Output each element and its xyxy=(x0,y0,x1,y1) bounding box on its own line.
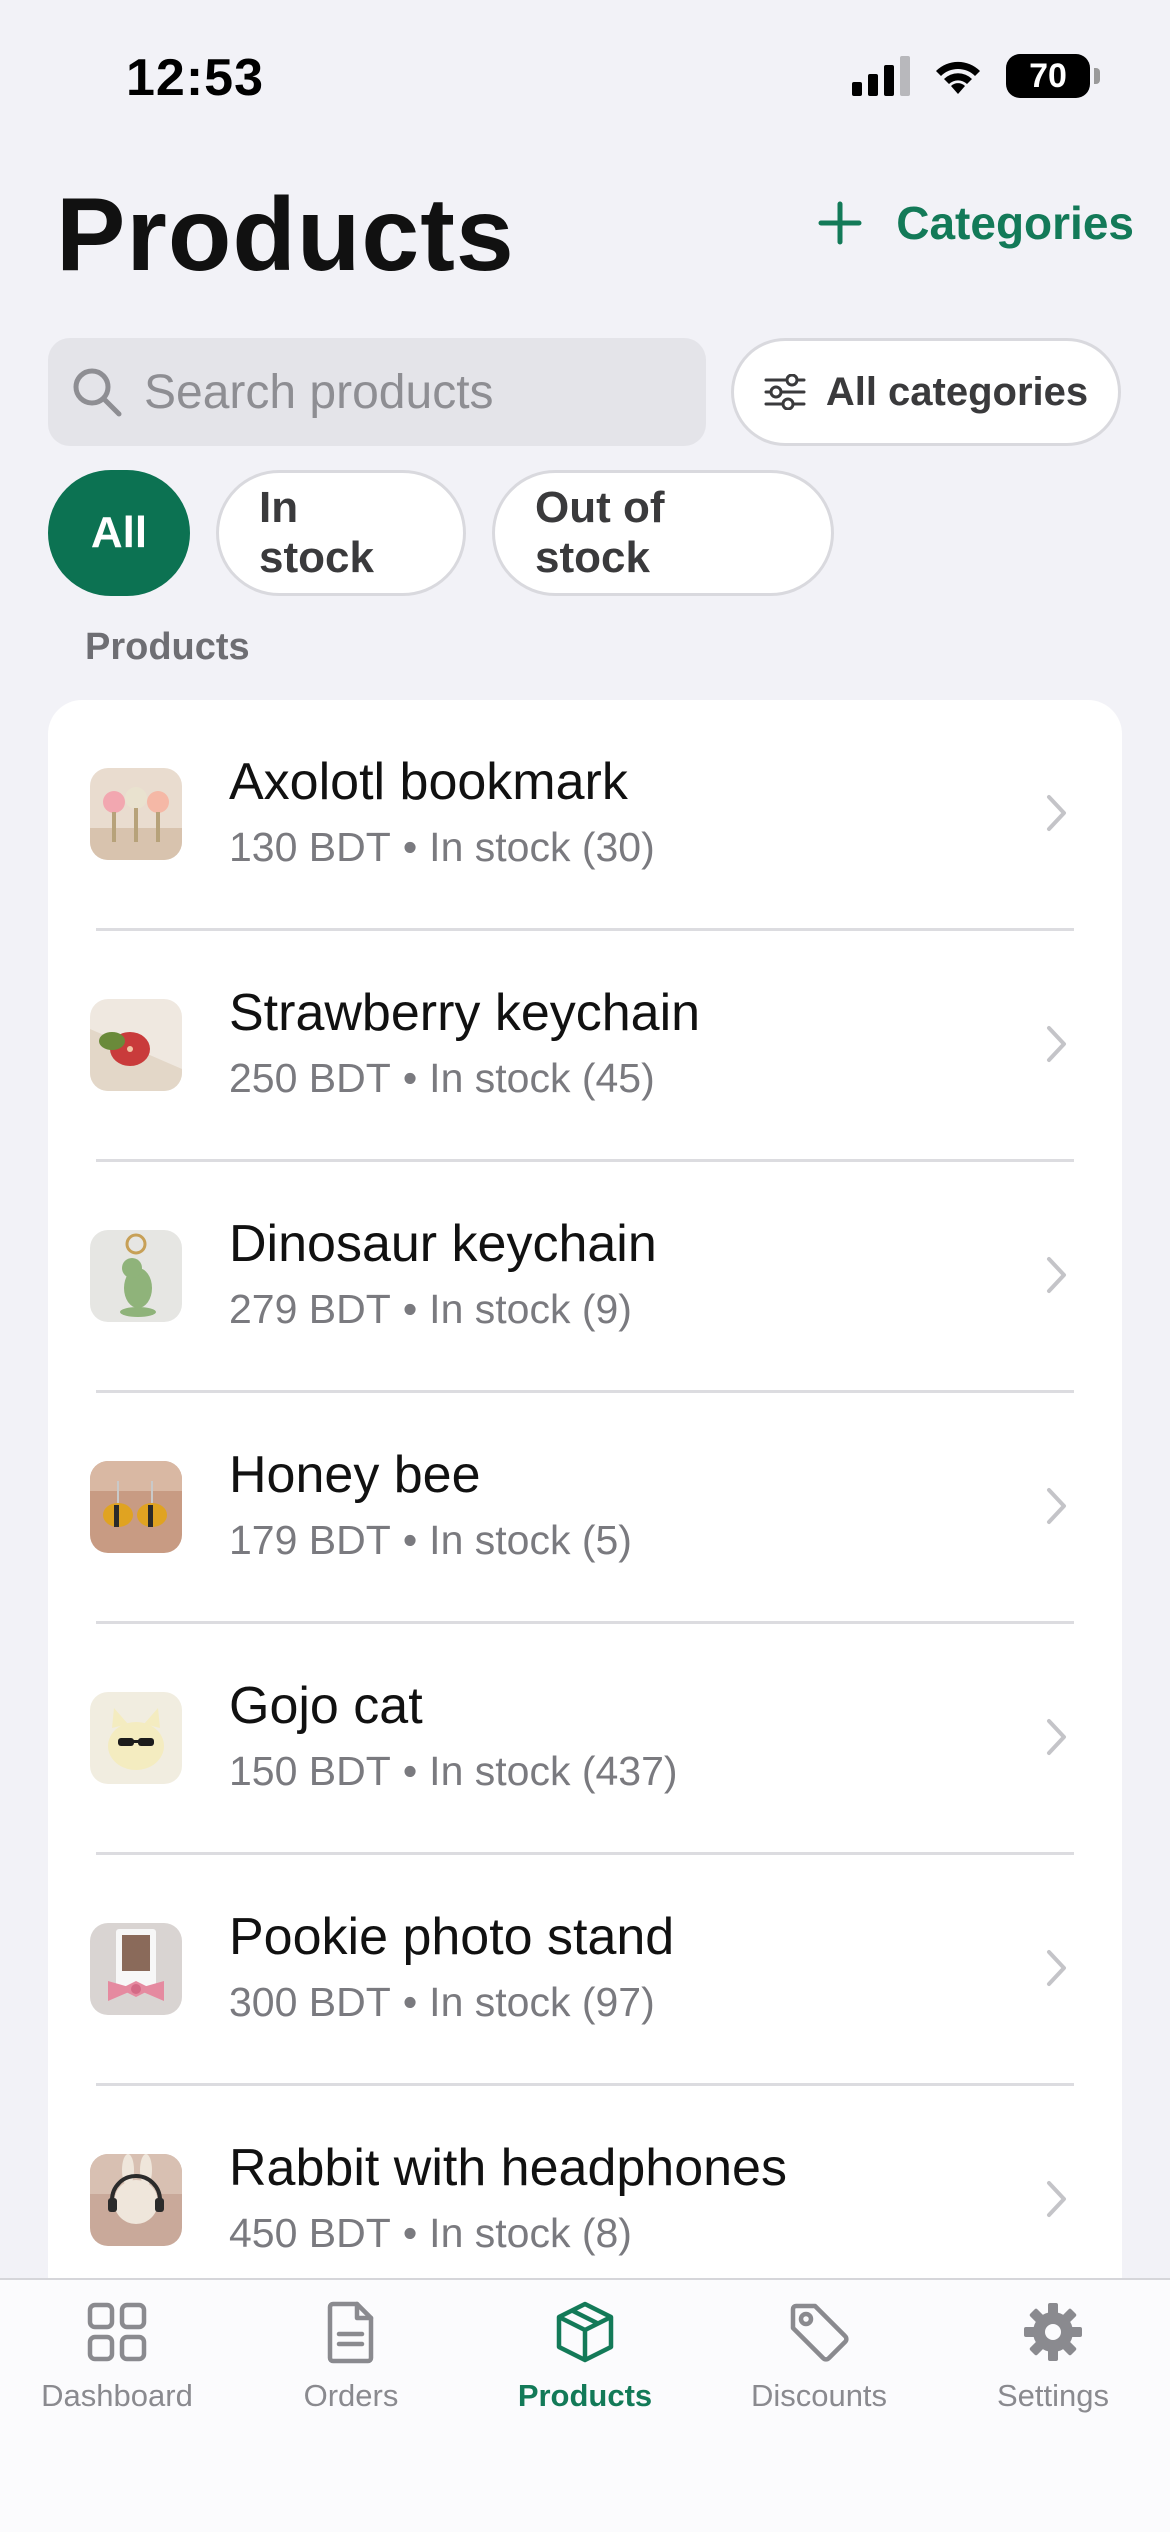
product-meta: 279 BDT • In stock (9) xyxy=(229,1286,632,1332)
product-price: 250 BDT xyxy=(229,1055,391,1101)
app-screen: 12:53 70 Products Categories Search prod… xyxy=(0,0,1170,2532)
product-row[interactable]: Honey bee 179 BDT • In stock (5) xyxy=(48,1393,1122,1624)
product-name: Axolotl bookmark xyxy=(229,753,628,811)
wifi-icon xyxy=(936,61,980,94)
add-category-button[interactable]: Categories xyxy=(818,196,1134,250)
sliders-icon xyxy=(764,374,806,410)
product-thumbnail xyxy=(90,1230,182,1322)
product-price: 450 BDT xyxy=(229,2210,391,2256)
product-name: Dinosaur keychain xyxy=(229,1215,657,1273)
tab-label: Products xyxy=(517,2378,653,2413)
plus-icon xyxy=(818,201,862,245)
product-stock: In stock (5) xyxy=(429,1517,632,1563)
chevron-right-icon xyxy=(1047,1719,1066,1755)
product-name: Rabbit with headphones xyxy=(229,2139,787,2197)
product-row[interactable]: Rabbit with headphones 450 BDT • In stock … xyxy=(48,2086,1122,2280)
product-meta: 130 BDT • In stock (30) xyxy=(229,824,655,870)
product-thumbnail xyxy=(90,2154,182,2246)
categories-label: Categories xyxy=(896,197,1134,249)
page-title: Products xyxy=(56,177,515,293)
section-label: Products xyxy=(85,626,250,668)
document-icon xyxy=(327,2301,374,2364)
tab-label: Dashboard xyxy=(41,2378,193,2413)
product-row[interactable]: Strawberry keychain 250 BDT • In stock (45… xyxy=(48,931,1122,1162)
product-price: 130 BDT xyxy=(229,824,391,870)
tab-settings[interactable]: Settings xyxy=(936,2280,1170,2532)
tab-discounts[interactable]: Discounts xyxy=(702,2280,936,2532)
search-input[interactable]: Search products xyxy=(48,338,706,446)
category-filter-label: All categories xyxy=(825,369,1089,414)
tab-label: Orders xyxy=(303,2378,399,2413)
product-price: 150 BDT xyxy=(229,1748,391,1794)
cellular-signal-icon xyxy=(852,56,910,96)
chevron-right-icon xyxy=(1047,1950,1066,1986)
grid-icon xyxy=(87,2302,147,2362)
stock-filter-chips: All In stock Out of stock xyxy=(48,470,834,596)
tab-orders[interactable]: Orders xyxy=(234,2280,468,2532)
product-thumbnail xyxy=(90,1461,182,1553)
battery-indicator: 70 xyxy=(1006,54,1100,98)
chevron-right-icon xyxy=(1047,2181,1066,2217)
tab-label: Discounts xyxy=(750,2378,888,2413)
tab-bar: Dashboard Orders Products Discounts Sett… xyxy=(0,2278,1170,2532)
product-row[interactable]: Axolotl bookmark 130 BDT • In stock (30) xyxy=(48,700,1122,931)
product-thumbnail xyxy=(90,1923,182,2015)
product-price: 279 BDT xyxy=(229,1286,391,1332)
product-meta: 179 BDT • In stock (5) xyxy=(229,1517,632,1563)
product-stock: In stock (45) xyxy=(429,1055,655,1101)
product-price: 179 BDT xyxy=(229,1517,391,1563)
category-filter-button[interactable]: All categories xyxy=(731,338,1121,446)
product-stock: In stock (8) xyxy=(429,2210,632,2256)
chip-all[interactable]: All xyxy=(48,470,190,596)
product-name: Pookie photo stand xyxy=(229,1908,675,1966)
product-name: Strawberry keychain xyxy=(229,984,701,1042)
product-thumbnail xyxy=(90,768,182,860)
chevron-right-icon xyxy=(1047,1026,1066,1062)
product-row[interactable]: Pookie photo stand 300 BDT • In stock (97) xyxy=(48,1855,1122,2086)
product-stock: In stock (97) xyxy=(429,1979,655,2025)
chip-in-stock[interactable]: In stock xyxy=(216,470,466,596)
status-icons: 70 xyxy=(852,54,1100,98)
chevron-right-icon xyxy=(1047,795,1066,831)
status-bar: 12:53 70 xyxy=(0,0,1170,140)
box-icon xyxy=(556,2301,614,2363)
product-name: Gojo cat xyxy=(229,1677,423,1735)
product-thumbnail xyxy=(90,999,182,1091)
tab-label: Settings xyxy=(996,2378,1109,2413)
product-meta: 150 BDT • In stock (437) xyxy=(229,1748,678,1794)
product-meta: 250 BDT • In stock (45) xyxy=(229,1055,655,1101)
tab-products[interactable]: Products xyxy=(468,2280,702,2532)
status-time: 12:53 xyxy=(126,49,264,107)
product-row[interactable]: Gojo cat 150 BDT • In stock (437) xyxy=(48,1624,1122,1855)
chevron-right-icon xyxy=(1047,1257,1066,1293)
search-icon xyxy=(73,368,122,417)
tab-dashboard[interactable]: Dashboard xyxy=(0,2280,234,2532)
product-price: 300 BDT xyxy=(229,1979,391,2025)
product-stock: In stock (30) xyxy=(429,824,655,870)
product-stock: In stock (437) xyxy=(429,1748,678,1794)
product-row[interactable]: Dinosaur keychain 279 BDT • In stock (9) xyxy=(48,1162,1122,1393)
product-stock: In stock (9) xyxy=(429,1286,632,1332)
search-placeholder: Search products xyxy=(144,365,494,419)
gear-icon xyxy=(1024,2303,1082,2361)
product-meta: 450 BDT • In stock (8) xyxy=(229,2210,632,2256)
product-thumbnail xyxy=(90,1692,182,1784)
chevron-right-icon xyxy=(1047,1488,1066,1524)
tag-icon xyxy=(790,2303,849,2362)
product-name: Honey bee xyxy=(229,1446,481,1504)
product-meta: 300 BDT • In stock (97) xyxy=(229,1979,655,2025)
chip-out-of-stock[interactable]: Out of stock xyxy=(492,470,834,596)
product-list: Axolotl bookmark 130 BDT • In stock (30) S… xyxy=(48,700,1122,2280)
